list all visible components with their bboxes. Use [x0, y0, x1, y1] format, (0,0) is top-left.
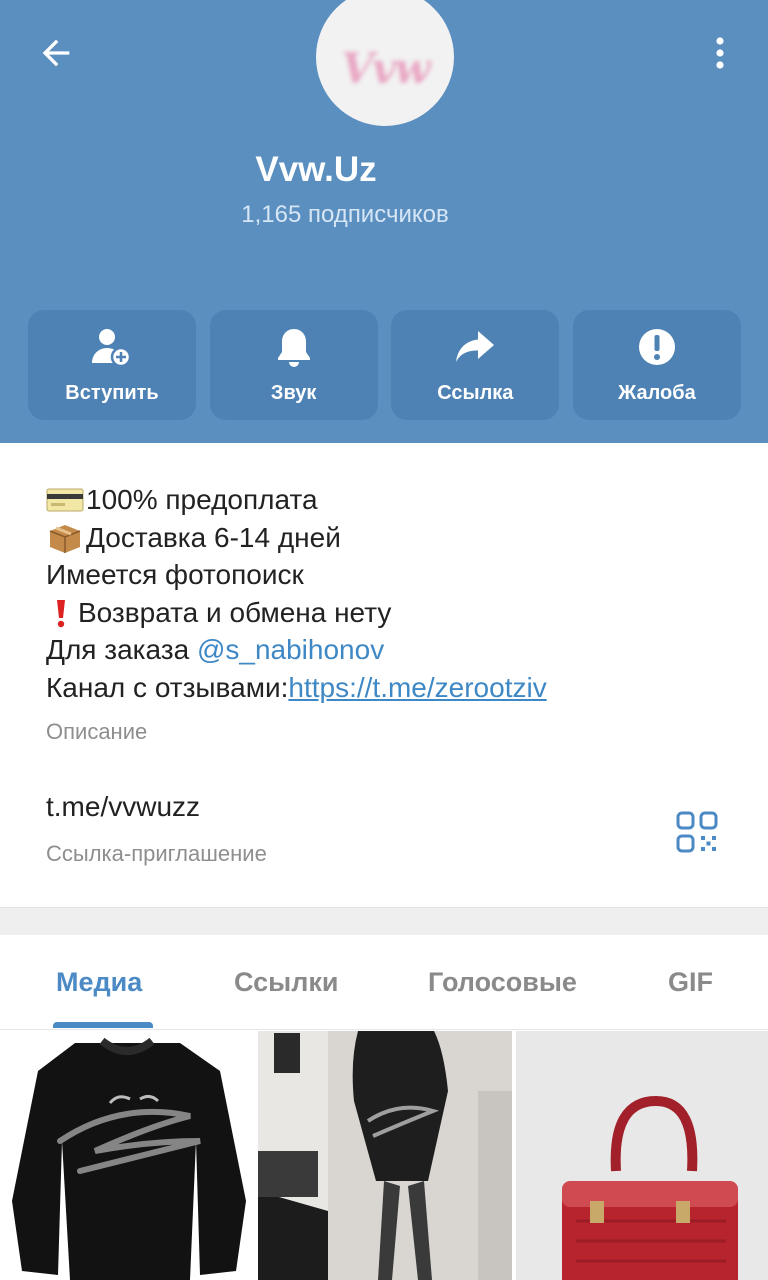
- username-mention-link[interactable]: @s_nabihonov: [197, 631, 384, 669]
- credit-card-emoji: [46, 486, 84, 514]
- report-button[interactable]: Жалоба: [572, 310, 741, 420]
- sound-label: Звук: [270, 382, 317, 404]
- back-button[interactable]: [26, 26, 86, 80]
- alert-icon: [638, 329, 675, 365]
- model-photo: [258, 1031, 512, 1280]
- subscriber-count: 1,165 подписчиков: [241, 201, 449, 228]
- share-link-label: Ссылка: [437, 382, 514, 404]
- invite-link-label: Ссылка-приглашение: [46, 841, 267, 866]
- share-icon: [456, 331, 495, 362]
- bell-icon: [277, 329, 310, 367]
- description-line: Возврата и обмена нету: [46, 594, 746, 632]
- more-vertical-icon: [716, 37, 724, 69]
- channel-description: 100% предоплата Доставка 6-14 дней Имеет…: [46, 481, 746, 706]
- more-options-button[interactable]: [696, 26, 744, 80]
- sweater-photo: [12, 1037, 246, 1280]
- description-text: Для заказа: [46, 634, 197, 665]
- handbag-photo: [516, 1031, 768, 1280]
- description-text: Канал с отзывами:: [46, 671, 289, 703]
- description-text: 100% предоплата: [86, 484, 318, 515]
- channel-header: Vvw Vvw.Uz 1,165 подписчиков Вступить Зв…: [0, 0, 768, 443]
- media-thumbnail[interactable]: [258, 1031, 512, 1280]
- tab-voice[interactable]: Голосовые: [428, 967, 577, 998]
- description-text: Имеется фотопоиск: [46, 559, 304, 590]
- channel-title: Vvw.Uz: [255, 150, 377, 189]
- description-line: Для заказа @s_nabihonov: [46, 631, 746, 669]
- action-bar: Вступить Звук Ссылка Жалоба: [28, 310, 741, 420]
- description-line: Имеется фотопоиск: [46, 556, 746, 594]
- arrow-left-icon: [42, 39, 70, 67]
- join-button[interactable]: Вступить: [28, 310, 196, 420]
- media-thumbnail[interactable]: [516, 1031, 768, 1280]
- section-divider: [0, 907, 768, 935]
- tab-links[interactable]: Ссылки: [234, 967, 338, 998]
- share-link-button[interactable]: Ссылка: [391, 310, 560, 420]
- tab-media[interactable]: Медиа: [56, 967, 142, 998]
- invite-link[interactable]: t.me/vvwuzz: [46, 791, 200, 823]
- add-user-icon: [92, 329, 132, 368]
- qr-code-icon: [676, 811, 718, 853]
- report-label: Жалоба: [618, 382, 696, 404]
- exclamation-emoji: [46, 598, 76, 628]
- description-line: Доставка 6-14 дней: [46, 519, 746, 557]
- tab-gif[interactable]: GIF: [668, 967, 713, 998]
- channel-avatar[interactable]: Vvw: [316, 0, 454, 126]
- media-grid: [0, 1031, 768, 1280]
- join-label: Вступить: [65, 382, 159, 404]
- description-line: Канал с отзывами: https://t.me/zerootziv: [46, 669, 746, 707]
- description-line: 100% предоплата: [46, 481, 746, 519]
- media-tabs: Медиа Ссылки Голосовые GIF: [0, 935, 768, 1030]
- package-emoji: [46, 523, 84, 554]
- reviews-channel-link[interactable]: https://t.me/zerootziv: [288, 669, 546, 707]
- active-tab-indicator: [53, 1022, 153, 1028]
- channel-info: 100% предоплата Доставка 6-14 дней Имеет…: [0, 443, 768, 907]
- media-thumbnail[interactable]: [0, 1031, 254, 1280]
- description-label: Описание: [46, 719, 148, 744]
- description-text: Доставка 6-14 дней: [86, 521, 341, 553]
- sound-button[interactable]: Звук: [209, 310, 378, 420]
- description-text: Возврата и обмена нету: [78, 596, 392, 628]
- avatar-logo: Vvw: [341, 43, 430, 93]
- qr-code-button[interactable]: [668, 803, 726, 861]
